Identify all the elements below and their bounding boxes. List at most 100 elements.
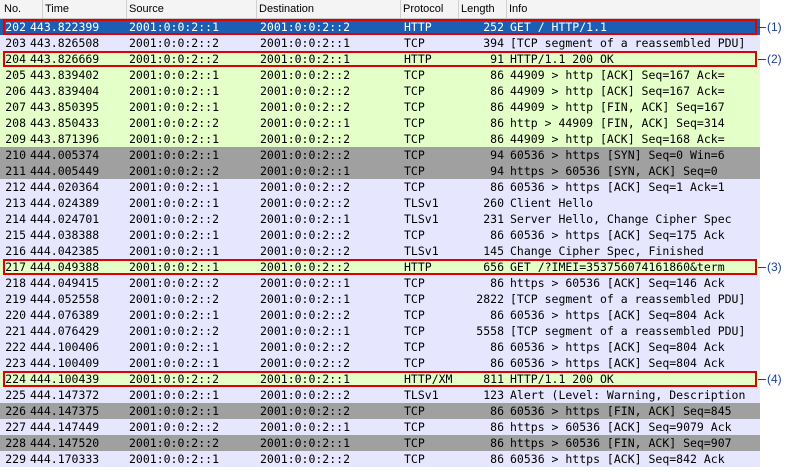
packet-time: 443.839404 xyxy=(30,84,100,98)
table-row[interactable]: 221 444.076429 2001:0:0:2::2 2001:0:0:2::1 T… xyxy=(0,323,760,339)
column-divider[interactable] xyxy=(458,0,459,18)
packet-source: 2001:0:0:2::2 xyxy=(129,52,220,66)
packet-length: 86 xyxy=(490,68,504,82)
packet-source: 2001:0:0:2::2 xyxy=(129,436,220,450)
packet-protocol: TCP xyxy=(404,436,425,450)
packet-length: 86 xyxy=(490,100,504,114)
packet-destination: 2001:0:0:2::1 xyxy=(260,36,351,50)
column-divider[interactable] xyxy=(400,0,401,18)
packet-protocol: TLSv1 xyxy=(404,212,439,226)
table-row[interactable]: 215 444.038388 2001:0:0:2::1 2001:0:0:2::2 T… xyxy=(0,227,760,243)
packet-protocol: TCP xyxy=(404,84,425,98)
packet-info: 60536 > https [ACK] Seq=842 Ack xyxy=(510,452,725,466)
table-row[interactable]: 214 444.024701 2001:0:0:2::2 2001:0:0:2::1 T… xyxy=(0,211,760,227)
packet-length: 86 xyxy=(490,356,504,370)
packet-length: 123 xyxy=(483,388,504,402)
column-header-source[interactable]: Source xyxy=(129,3,164,15)
packet-number: 206 xyxy=(5,84,26,98)
packet-source: 2001:0:0:2::1 xyxy=(129,340,220,354)
packet-protocol: TCP xyxy=(404,404,425,418)
packet-time: 444.076429 xyxy=(30,324,100,338)
table-row[interactable]: 206 443.839404 2001:0:0:2::1 2001:0:0:2::2 T… xyxy=(0,83,760,99)
table-row[interactable]: 211 444.005449 2001:0:0:2::2 2001:0:0:2::1 T… xyxy=(0,163,760,179)
packet-info: https > 60536 [FIN, ACK] Seq=907 xyxy=(510,436,732,450)
packet-length: 86 xyxy=(490,276,504,290)
table-row[interactable]: 219 444.052558 2001:0:0:2::2 2001:0:0:2::1 T… xyxy=(0,291,760,307)
packet-number: 202 xyxy=(5,20,26,34)
packet-number: 203 xyxy=(5,36,26,50)
table-row[interactable]: 229 444.170333 2001:0:0:2::1 2001:0:0:2::2 T… xyxy=(0,451,760,467)
packet-source: 2001:0:0:2::1 xyxy=(129,452,220,466)
callout-leader-line xyxy=(758,379,766,380)
packet-length: 2822 xyxy=(476,292,504,306)
packet-length: 86 xyxy=(490,132,504,146)
packet-protocol: HTTP/XM xyxy=(404,372,453,386)
table-row[interactable]: 209 443.871396 2001:0:0:2::1 2001:0:0:2::2 T… xyxy=(0,131,760,147)
table-row[interactable]: 220 444.076389 2001:0:0:2::1 2001:0:0:2::2 T… xyxy=(0,307,760,323)
column-header-no[interactable]: No. xyxy=(4,3,21,15)
table-row[interactable]: 216 444.042385 2001:0:0:2::1 2001:0:0:2::2 T… xyxy=(0,243,760,259)
column-header-length[interactable]: Length xyxy=(461,3,495,15)
column-divider[interactable] xyxy=(256,0,257,18)
packet-length: 394 xyxy=(483,36,504,50)
column-divider[interactable] xyxy=(126,0,127,18)
packet-protocol: TCP xyxy=(404,452,425,466)
column-divider[interactable] xyxy=(42,0,43,18)
packet-destination: 2001:0:0:2::2 xyxy=(260,68,351,82)
column-header-info[interactable]: Info xyxy=(509,3,527,15)
table-row[interactable]: 218 444.049415 2001:0:0:2::2 2001:0:0:2::1 T… xyxy=(0,275,760,291)
packet-destination: 2001:0:0:2::2 xyxy=(260,180,351,194)
table-row[interactable]: 222 444.100406 2001:0:0:2::1 2001:0:0:2::2 T… xyxy=(0,339,760,355)
packet-time: 443.822399 xyxy=(30,20,100,34)
callout-text: (2) xyxy=(767,52,782,66)
packet-destination: 2001:0:0:2::2 xyxy=(260,84,351,98)
packet-info: GET / HTTP/1.1 xyxy=(510,20,607,34)
packet-number: 214 xyxy=(5,212,26,226)
packet-number: 213 xyxy=(5,196,26,210)
column-header-destination[interactable]: Destination xyxy=(259,3,314,15)
table-row[interactable]: 228 444.147520 2001:0:0:2::2 2001:0:0:2::1 T… xyxy=(0,435,760,451)
table-row[interactable]: 226 444.147375 2001:0:0:2::1 2001:0:0:2::2 T… xyxy=(0,403,760,419)
table-row[interactable]: 207 443.850395 2001:0:0:2::1 2001:0:0:2::2 T… xyxy=(0,99,760,115)
table-row[interactable]: 202 443.822399 2001:0:0:2::1 2001:0:0:2::2 H… xyxy=(0,19,760,35)
packet-destination: 2001:0:0:2::2 xyxy=(260,100,351,114)
packet-time: 444.020364 xyxy=(30,180,100,194)
packet-number: 222 xyxy=(5,340,26,354)
table-row[interactable]: 208 443.850433 2001:0:0:2::2 2001:0:0:2::1 T… xyxy=(0,115,760,131)
table-row[interactable]: 217 444.049388 2001:0:0:2::1 2001:0:0:2::2 H… xyxy=(0,259,760,275)
packet-info: Client Hello xyxy=(510,196,594,210)
packet-number: 224 xyxy=(5,372,26,386)
packet-length: 94 xyxy=(490,164,504,178)
packet-info: 60536 > https [SYN] Seq=0 Win=6 xyxy=(510,148,725,162)
table-row[interactable]: 213 444.024389 2001:0:0:2::1 2001:0:0:2::2 T… xyxy=(0,195,760,211)
packet-source: 2001:0:0:2::2 xyxy=(129,164,220,178)
packet-time: 444.024389 xyxy=(30,196,100,210)
packet-length: 86 xyxy=(490,116,504,130)
packet-destination: 2001:0:0:2::2 xyxy=(260,196,351,210)
table-row[interactable]: 225 444.147372 2001:0:0:2::1 2001:0:0:2::2 T… xyxy=(0,387,760,403)
packet-destination: 2001:0:0:2::2 xyxy=(260,404,351,418)
table-row[interactable]: 224 444.100439 2001:0:0:2::2 2001:0:0:2::1 H… xyxy=(0,371,760,387)
packet-number: 218 xyxy=(5,276,26,290)
table-row[interactable]: 227 444.147449 2001:0:0:2::2 2001:0:0:2::1 T… xyxy=(0,419,760,435)
packet-protocol: TCP xyxy=(404,228,425,242)
packet-source: 2001:0:0:2::1 xyxy=(129,244,220,258)
column-header-protocol[interactable]: Protocol xyxy=(403,3,443,15)
table-row[interactable]: 205 443.839402 2001:0:0:2::1 2001:0:0:2::2 T… xyxy=(0,67,760,83)
packet-number: 220 xyxy=(5,308,26,322)
packet-protocol: TCP xyxy=(404,276,425,290)
packet-time: 444.147449 xyxy=(30,420,100,434)
table-row[interactable]: 212 444.020364 2001:0:0:2::1 2001:0:0:2::2 T… xyxy=(0,179,760,195)
table-row[interactable]: 204 443.826669 2001:0:0:2::2 2001:0:0:2::1 H… xyxy=(0,51,760,67)
column-header-time[interactable]: Time xyxy=(45,3,69,15)
packet-number: 221 xyxy=(5,324,26,338)
packet-destination: 2001:0:0:2::2 xyxy=(260,132,351,146)
packet-time: 444.052558 xyxy=(30,292,100,306)
packet-source: 2001:0:0:2::1 xyxy=(129,308,220,322)
column-divider[interactable] xyxy=(506,0,507,18)
packet-info: Change Cipher Spec, Finished xyxy=(510,244,704,258)
table-row[interactable]: 203 443.826508 2001:0:0:2::2 2001:0:0:2::1 T… xyxy=(0,35,760,51)
table-row[interactable]: 223 444.100409 2001:0:0:2::1 2001:0:0:2::2 T… xyxy=(0,355,760,371)
packet-length: 86 xyxy=(490,340,504,354)
table-row[interactable]: 210 444.005374 2001:0:0:2::1 2001:0:0:2::2 T… xyxy=(0,147,760,163)
